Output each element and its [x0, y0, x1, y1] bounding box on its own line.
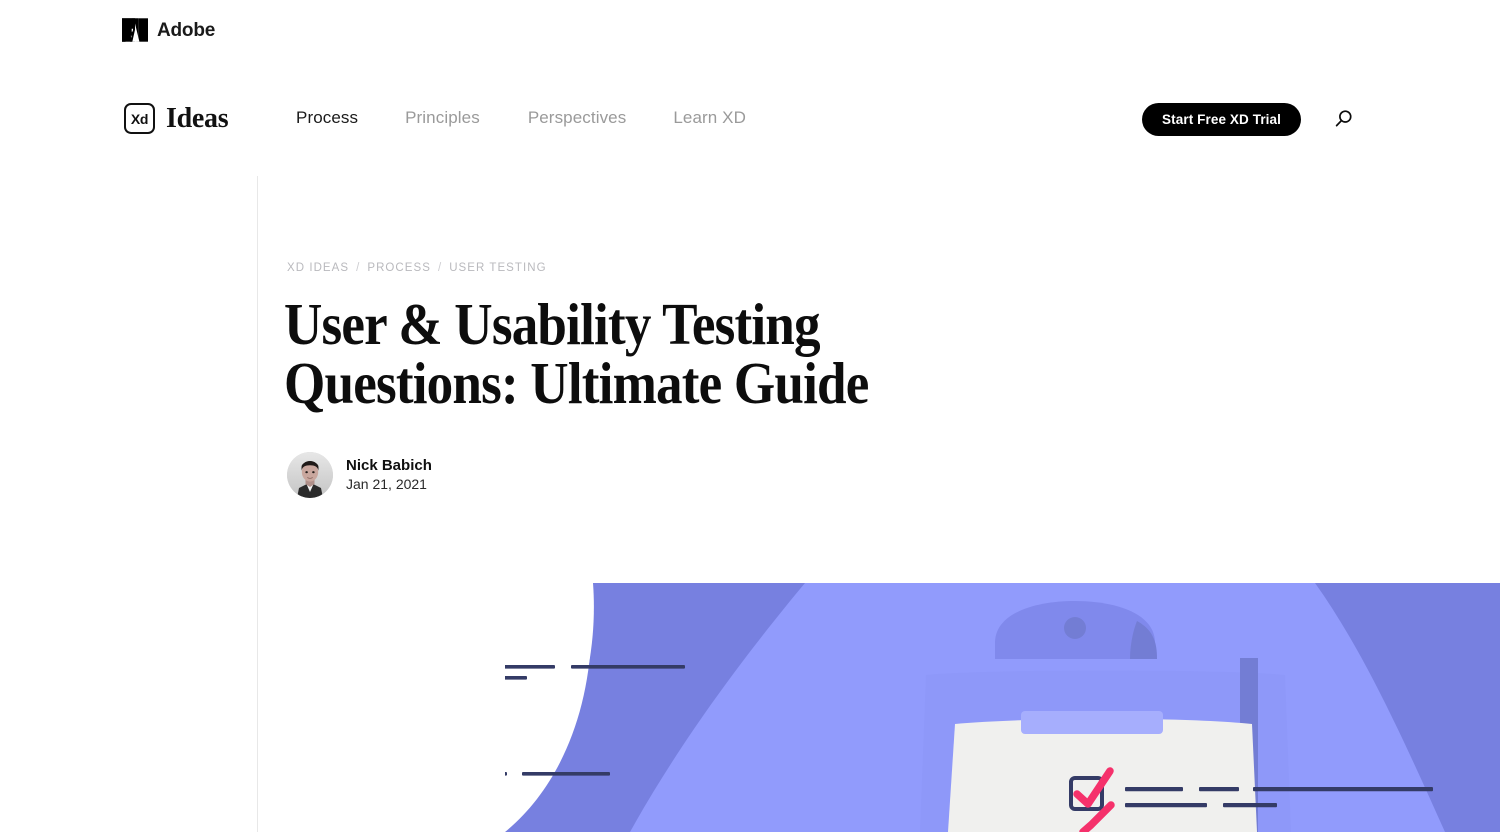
nav-item-process[interactable]: Process — [296, 108, 358, 128]
nav-item-learn-xd[interactable]: Learn XD — [673, 108, 746, 128]
search-button[interactable] — [1330, 106, 1358, 134]
ideas-wordmark: Ideas — [166, 102, 229, 134]
breadcrumb-item-user-testing[interactable]: USER TESTING — [449, 262, 546, 274]
search-icon — [1333, 108, 1355, 133]
breadcrumb-item-process[interactable]: PROCESS — [367, 262, 431, 274]
author-info: Nick Babich Jan 21, 2021 — [346, 456, 432, 493]
content-divider-rule — [257, 176, 258, 832]
nav-item-principles[interactable]: Principles — [405, 108, 480, 128]
nav-link-list: Process Principles Perspectives Learn XD — [296, 108, 746, 128]
breadcrumb: XD IDEAS / PROCESS / USER TESTING — [287, 262, 547, 274]
hero-illustration — [505, 583, 1500, 832]
author-byline: Nick Babich Jan 21, 2021 — [287, 452, 432, 498]
xd-logo-icon: Xd — [124, 103, 155, 134]
avatar — [287, 452, 333, 498]
adobe-wordmark: Adobe — [157, 19, 216, 41]
page-root: Adobe Xd Ideas Process Principles Perspe… — [0, 0, 1500, 832]
page-title: User & Usability Testing Questions: Ulti… — [284, 291, 869, 416]
adobe-home-link[interactable]: Adobe — [122, 18, 215, 42]
breadcrumb-separator: / — [356, 262, 361, 274]
breadcrumb-item-xd-ideas[interactable]: XD IDEAS — [287, 262, 349, 274]
publish-date: Jan 21, 2021 — [346, 476, 427, 493]
author-name: Nick Babich — [346, 456, 432, 474]
breadcrumb-separator: / — [437, 262, 443, 274]
adobe-global-bar: Adobe — [0, 0, 1500, 64]
xd-badge-label: Xd — [130, 110, 149, 127]
adobe-a-mark-icon — [122, 18, 148, 42]
nav-item-perspectives[interactable]: Perspectives — [528, 108, 627, 128]
xd-ideas-logo-link[interactable]: Xd Ideas — [124, 102, 229, 134]
start-free-xd-trial-button[interactable]: Start Free XD Trial — [1142, 103, 1301, 136]
